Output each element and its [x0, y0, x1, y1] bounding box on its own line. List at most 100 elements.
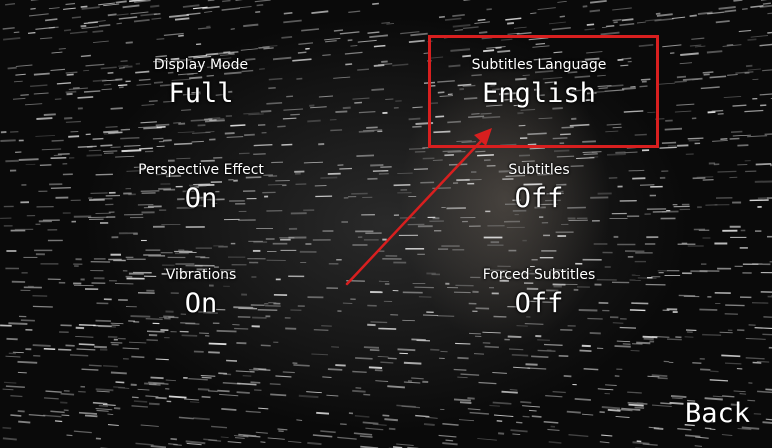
static-streak	[438, 15, 445, 19]
static-streak	[184, 398, 199, 401]
static-streak	[80, 24, 87, 28]
static-streak	[249, 369, 259, 371]
static-streak	[645, 18, 662, 22]
static-streak	[574, 398, 591, 401]
static-streak	[671, 397, 683, 400]
display-mode-option[interactable]: Display Mode Full	[81, 56, 321, 110]
static-streak	[754, 180, 772, 183]
static-streak	[131, 405, 148, 408]
static-streak	[150, 4, 160, 8]
static-streak	[248, 113, 264, 116]
static-streak	[76, 348, 96, 351]
static-streak	[2, 437, 17, 441]
subtitles-option[interactable]: Subtitles Off	[419, 161, 659, 215]
subtitles-language-option[interactable]: Subtitles Language English	[419, 56, 659, 110]
perspective-effect-option[interactable]: Perspective Effect On	[81, 161, 321, 215]
static-streak	[747, 38, 757, 41]
static-streak	[657, 377, 668, 380]
static-streak	[703, 73, 710, 76]
static-streak	[632, 441, 650, 445]
static-streak	[606, 123, 622, 126]
static-streak	[312, 434, 333, 438]
static-streak	[642, 335, 658, 339]
static-streak	[133, 400, 148, 403]
static-streak	[115, 0, 127, 4]
static-streak	[396, 443, 414, 446]
static-streak	[222, 382, 241, 385]
static-streak	[495, 46, 502, 49]
static-streak	[293, 364, 310, 367]
static-streak	[219, 393, 239, 397]
static-streak	[507, 335, 522, 339]
static-streak	[352, 389, 366, 393]
static-streak	[458, 419, 475, 422]
static-streak	[527, 367, 547, 370]
static-streak	[493, 414, 514, 417]
static-streak	[552, 137, 568, 140]
static-streak	[244, 133, 255, 137]
static-streak	[282, 117, 297, 120]
static-streak	[208, 390, 218, 393]
static-streak	[537, 349, 556, 352]
vibrations-option[interactable]: Vibrations On	[81, 266, 321, 320]
static-streak	[181, 334, 198, 337]
static-streak	[706, 50, 723, 54]
static-streak	[438, 434, 457, 438]
static-streak	[50, 68, 66, 72]
static-streak	[435, 115, 445, 118]
static-streak	[482, 331, 501, 334]
static-streak	[135, 442, 154, 446]
static-streak	[92, 137, 104, 140]
static-streak	[759, 43, 772, 47]
forced-subtitles-option[interactable]: Forced Subtitles Off	[419, 266, 659, 320]
static-streak	[754, 327, 772, 329]
static-streak	[201, 376, 212, 379]
static-streak	[342, 106, 351, 110]
static-streak	[723, 95, 742, 99]
static-streak	[236, 391, 250, 394]
static-streak	[130, 11, 149, 15]
static-streak	[245, 410, 261, 414]
static-streak	[86, 154, 102, 157]
static-streak	[372, 2, 379, 5]
static-streak	[380, 361, 394, 364]
static-streak	[696, 176, 714, 178]
static-streak	[569, 123, 590, 127]
static-streak	[483, 49, 495, 53]
static-streak	[81, 6, 100, 10]
static-streak	[325, 40, 337, 43]
static-streak	[35, 135, 56, 137]
static-streak	[345, 63, 353, 66]
static-streak	[242, 374, 252, 377]
static-streak	[726, 44, 734, 47]
static-streak	[125, 41, 133, 44]
static-streak	[702, 333, 722, 337]
static-streak	[108, 131, 123, 134]
static-streak	[508, 348, 524, 351]
static-streak	[699, 308, 718, 311]
static-streak	[2, 426, 12, 430]
static-streak	[277, 428, 288, 431]
static-streak	[337, 436, 357, 440]
static-streak	[144, 382, 157, 386]
static-streak	[670, 395, 687, 399]
static-streak	[415, 414, 430, 418]
back-button[interactable]: Back	[685, 398, 750, 430]
static-streak	[537, 339, 550, 341]
static-streak	[153, 12, 161, 16]
static-streak	[260, 344, 271, 347]
static-streak	[216, 329, 237, 333]
static-streak	[149, 383, 161, 386]
static-streak	[178, 416, 194, 420]
static-streak	[202, 5, 220, 10]
static-streak	[722, 395, 735, 398]
static-streak	[150, 445, 167, 448]
static-streak	[423, 423, 435, 426]
static-streak	[73, 430, 92, 434]
static-streak	[656, 82, 676, 85]
static-streak	[28, 413, 46, 417]
static-streak	[512, 433, 521, 436]
static-streak	[296, 419, 303, 421]
static-streak	[80, 5, 88, 8]
static-streak	[442, 442, 458, 446]
